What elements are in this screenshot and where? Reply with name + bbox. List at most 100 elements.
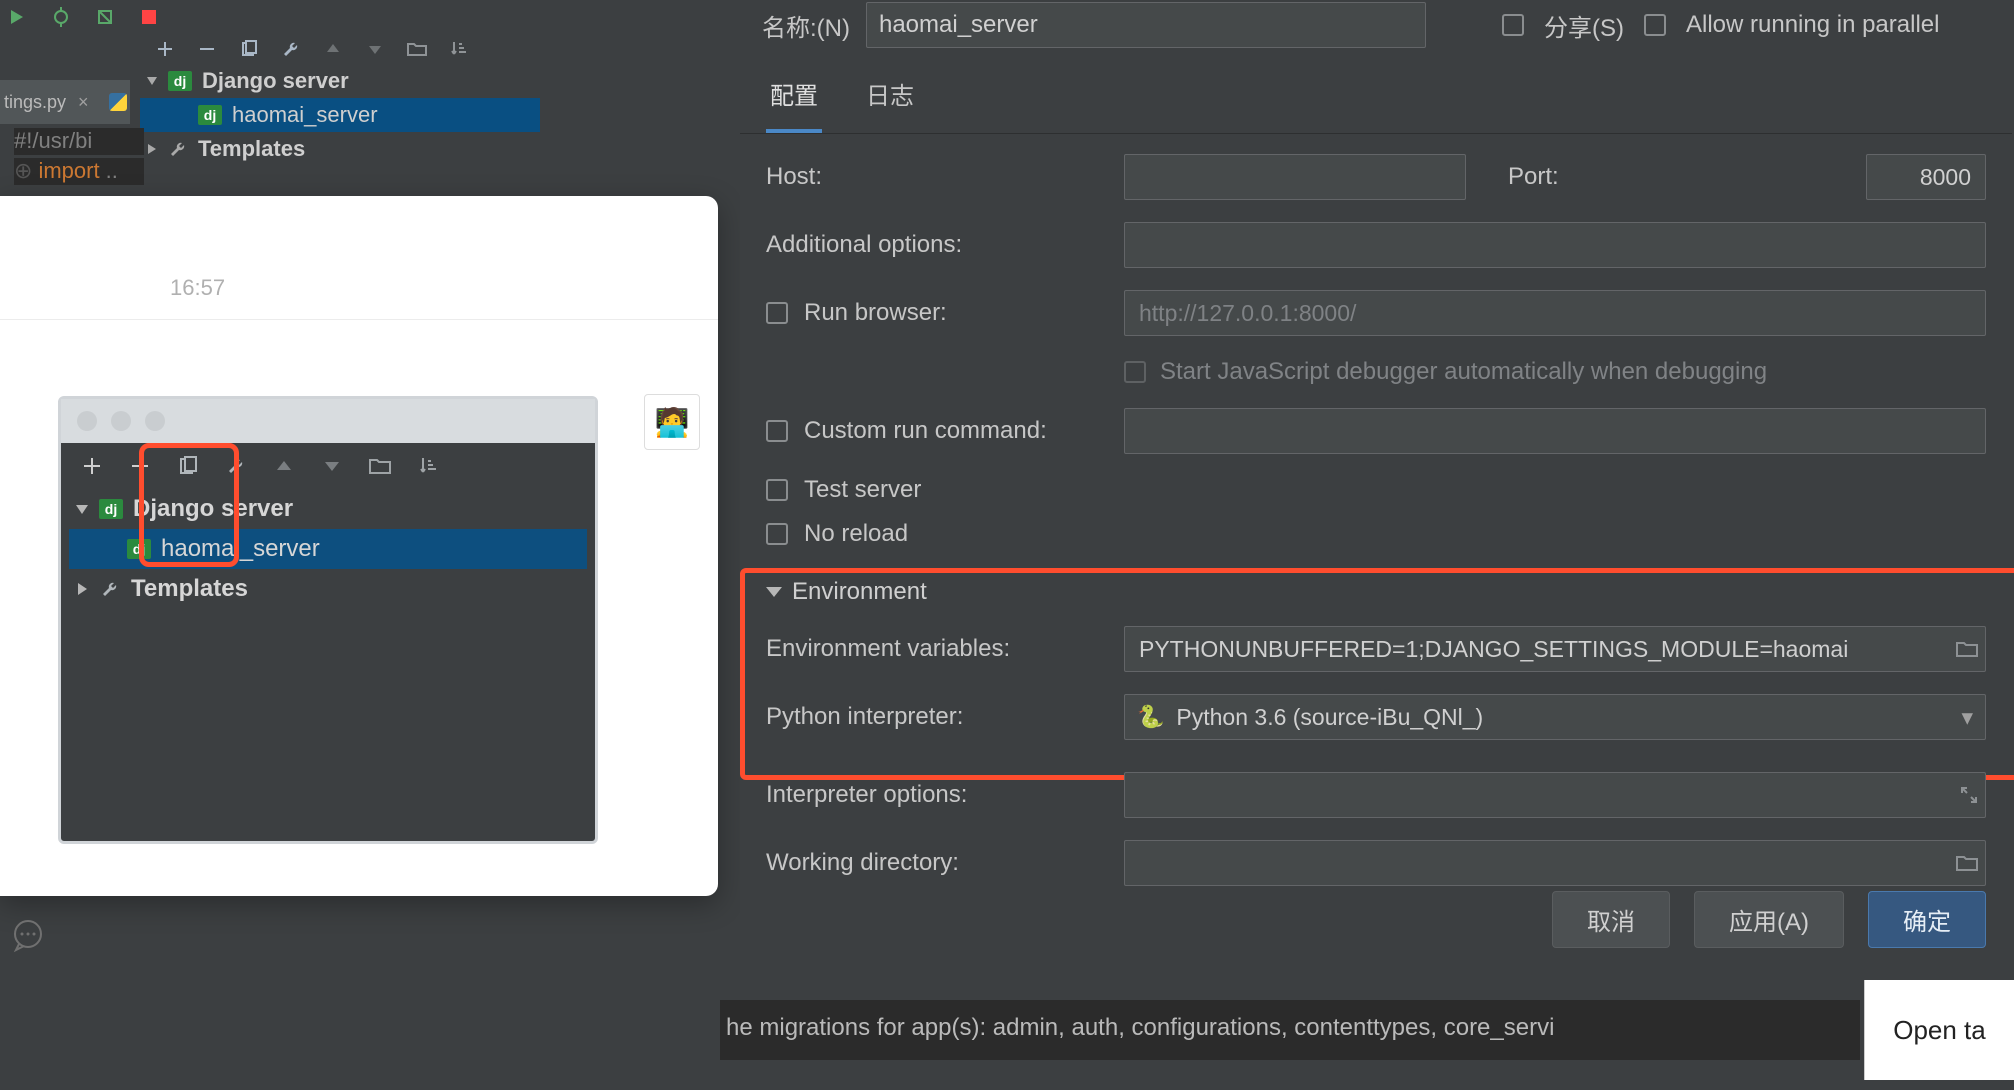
name-field[interactable] <box>866 2 1426 48</box>
avatar[interactable]: 🧑‍💻 <box>644 394 700 450</box>
overlay-time: 16:57 <box>170 275 225 301</box>
down-icon[interactable] <box>319 453 345 479</box>
up-icon[interactable] <box>271 453 297 479</box>
mini-tree-group-django[interactable]: dj Django server <box>69 489 587 529</box>
mini-config-window: dj Django server dj haomai_server Templa… <box>58 396 598 844</box>
add-icon[interactable] <box>154 38 176 60</box>
tree-group-templates[interactable]: Templates <box>140 132 540 166</box>
traffic-light-close[interactable] <box>77 411 97 431</box>
django-icon: dj <box>127 539 151 559</box>
editor-tab[interactable]: tings.py × <box>0 80 130 124</box>
console-output: he migrations for app(s): admin, auth, c… <box>720 1000 1860 1060</box>
no-reload-checkbox[interactable] <box>766 523 788 545</box>
apply-button[interactable]: 应用(A) <box>1694 891 1844 948</box>
cancel-button[interactable]: 取消 <box>1552 891 1670 948</box>
interp-opts-field[interactable] <box>1124 772 1986 818</box>
addl-options-field[interactable] <box>1124 222 1986 268</box>
interpreter-label: Python interpreter: <box>766 703 1106 731</box>
remove-icon[interactable] <box>127 453 153 479</box>
python-file-icon <box>109 93 127 111</box>
remove-icon[interactable] <box>196 38 218 60</box>
interpreter-select[interactable]: 🐍 Python 3.6 (source-iBu_QNl_) ▾ <box>1124 694 1986 740</box>
port-field[interactable] <box>1866 154 1986 200</box>
add-icon[interactable] <box>79 453 105 479</box>
mini-window-traffic-lights <box>61 399 595 443</box>
ok-button[interactable]: 确定 <box>1868 891 1986 948</box>
run-config-dialog: 名称:(N) 分享(S) Allow running in parallel 配… <box>740 0 2012 968</box>
debug-icon[interactable] <box>50 6 72 28</box>
share-checkbox[interactable] <box>1502 14 1524 36</box>
django-icon: dj <box>99 499 123 519</box>
start-debugger-row: Start JavaScript debugger automatically … <box>1124 358 1986 386</box>
browse-icon[interactable] <box>1956 854 1978 872</box>
mini-tree-config-haomai[interactable]: dj haomai_server <box>69 529 587 569</box>
name-label: 名称:(N) <box>762 8 850 43</box>
host-field[interactable] <box>1124 154 1466 200</box>
editor-line2: ⊕import .. <box>14 158 144 185</box>
env-section-header[interactable]: Environment <box>766 570 1986 614</box>
editor-line1: #!/usr/bi <box>14 128 144 155</box>
tree-toolbar <box>140 34 540 64</box>
host-label: Host: <box>766 163 1106 191</box>
tab-config[interactable]: 配置 <box>766 66 822 133</box>
chevron-down-icon: ▾ <box>1961 704 1973 731</box>
django-icon: dj <box>168 71 192 91</box>
env-vars-field[interactable] <box>1124 626 1986 672</box>
test-server-checkbox[interactable] <box>766 479 788 501</box>
tree-group-django[interactable]: dj Django server <box>140 64 540 98</box>
env-vars-label: Environment variables: <box>766 635 1106 663</box>
ide-toolbar <box>0 0 540 34</box>
tab-logs[interactable]: 日志 <box>862 66 918 133</box>
workdir-label: Working directory: <box>766 849 1106 877</box>
django-icon: dj <box>198 105 222 125</box>
browse-icon[interactable] <box>1956 640 1978 658</box>
overlay-header: 16:57 <box>0 196 718 320</box>
workdir-field[interactable] <box>1124 840 1986 886</box>
interp-opts-label: Interpreter options: <box>766 781 1106 809</box>
copy-icon[interactable] <box>238 38 260 60</box>
close-icon[interactable]: × <box>72 90 95 115</box>
chat-icon[interactable] <box>10 918 46 954</box>
tree-group-label: Templates <box>198 136 305 162</box>
allow-parallel-checkbox[interactable] <box>1644 14 1666 36</box>
sort-icon[interactable] <box>448 38 470 60</box>
mini-tree: dj Django server dj haomai_server Templa… <box>61 489 595 609</box>
addl-options-label: Additional options: <box>766 231 1106 259</box>
test-server-label: Test server <box>804 476 921 504</box>
folder-open-icon[interactable] <box>406 38 428 60</box>
open-tab-button[interactable]: Open ta <box>1864 980 2014 1080</box>
wrench-icon <box>168 139 188 159</box>
traffic-light-min[interactable] <box>111 411 131 431</box>
port-label: Port: <box>1508 163 1848 191</box>
sort-icon[interactable] <box>415 453 441 479</box>
traffic-light-max[interactable] <box>145 411 165 431</box>
wrench-icon[interactable] <box>223 453 249 479</box>
run-browser-checkbox[interactable] <box>766 302 788 324</box>
allow-parallel-label: Allow running in parallel <box>1686 11 1939 39</box>
custom-cmd-checkbox[interactable] <box>766 420 788 442</box>
stop-icon[interactable] <box>138 6 160 28</box>
mini-tree-label: haomai_server <box>161 535 320 563</box>
expand-icon[interactable] <box>1960 786 1978 804</box>
tree-config-label: haomai_server <box>232 102 378 128</box>
custom-cmd-label: Custom run command: <box>766 417 1106 445</box>
run-browser-field[interactable] <box>1124 290 1986 336</box>
up-icon[interactable] <box>322 38 344 60</box>
wrench-icon[interactable] <box>280 38 302 60</box>
custom-cmd-field[interactable] <box>1124 408 1986 454</box>
down-icon[interactable] <box>364 38 386 60</box>
run-icon[interactable] <box>6 6 28 28</box>
mini-tree-label: Templates <box>131 575 248 603</box>
chat-overlay: 16:57 🧑‍💻 dj Django server d <box>0 196 718 896</box>
copy-icon[interactable] <box>175 453 201 479</box>
share-label: 分享(S) <box>1544 8 1624 43</box>
interpreter-value: Python 3.6 (source-iBu_QNl_) <box>1176 704 1483 731</box>
tree-config-haomai[interactable]: dj haomai_server <box>140 98 540 132</box>
dialog-tabs: 配置 日志 <box>740 50 2012 134</box>
folder-open-icon[interactable] <box>367 453 393 479</box>
start-debugger-checkbox[interactable] <box>1124 361 1146 383</box>
run-browser-label: Run browser: <box>766 299 1106 327</box>
mini-tree-group-templates[interactable]: Templates <box>69 569 587 609</box>
wrench-icon <box>99 578 121 600</box>
attach-icon[interactable] <box>94 6 116 28</box>
